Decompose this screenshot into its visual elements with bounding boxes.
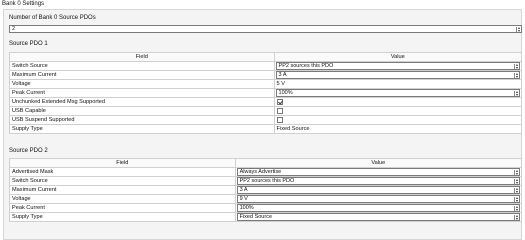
field-label-voltage: Voltage [9, 194, 236, 204]
table-row: Supply Type Fixed Source [9, 212, 523, 222]
value-cell [273, 106, 523, 116]
dropdown-arrow-icon[interactable] [514, 206, 518, 211]
dropdown-arrow-icon[interactable] [514, 170, 518, 175]
table-row: Supply Type Fixed Source [9, 124, 523, 134]
select-value: Always Advertise [239, 169, 282, 175]
value-cell: 100% [273, 88, 523, 98]
column-header-field: Field [9, 158, 236, 168]
table-row: USB Capable [9, 106, 523, 116]
value-cell [273, 97, 523, 107]
field-label-maximum-current: Maximum Current [9, 70, 275, 80]
table-row: Switch Source PP2 sources this PDO [9, 61, 523, 71]
dropdown-arrow-icon[interactable] [514, 215, 518, 220]
field-label-usb-suspend-supported: USB Suspend Supported [9, 115, 275, 125]
field-label-switch-source: Switch Source [9, 176, 236, 186]
dropdown-arrow-icon[interactable] [514, 91, 518, 96]
field-label-peak-current: Peak Current [9, 203, 236, 213]
select-value: 3 A [239, 187, 248, 193]
table-row: Advertised Mask Always Advertise [9, 167, 523, 177]
supply-type-select[interactable]: Fixed Source [236, 213, 520, 221]
field-label-switch-source: Switch Source [9, 61, 275, 71]
switch-source-select[interactable]: PP2 sources this PDO [275, 62, 520, 70]
num-pdos-value: 2 [12, 26, 16, 32]
num-pdos-label: Number of Bank 0 Source PDOs [9, 15, 96, 21]
table-row: Peak Current 100% [9, 88, 523, 98]
field-label-usb-capable: USB Capable [9, 106, 275, 116]
table-row: Maximum Current 3 A [9, 185, 523, 195]
field-label-supply-type: Supply Type [9, 124, 275, 134]
table-header-row: Field Value [9, 52, 523, 62]
dropdown-arrow-icon[interactable] [514, 197, 518, 202]
table-row: Unchunked Extended Msg Supported [9, 97, 523, 107]
value-cell [273, 115, 523, 125]
supply-type-value: Fixed Source [273, 124, 523, 134]
dropdown-arrow-icon[interactable] [514, 64, 518, 69]
select-value: 9 V [239, 196, 248, 202]
dropdown-arrow-icon[interactable] [514, 73, 518, 78]
pdo2-title: Source PDO 2 [9, 148, 48, 154]
unchunked-extended-msg-supported-checkbox[interactable] [276, 98, 283, 105]
column-header-value: Value [234, 158, 523, 168]
select-value: Fixed Source [239, 214, 272, 220]
maximum-current-select[interactable]: 3 A [236, 186, 520, 194]
pdo2-table: Field Value Advertised Mask Always Advert… [9, 158, 523, 222]
pdo1-title: Source PDO 1 [9, 41, 48, 47]
select-value: PP2 sources this PDO [278, 63, 334, 69]
field-label-maximum-current: Maximum Current [9, 185, 236, 195]
usb-suspend-supported-checkbox[interactable] [276, 116, 283, 123]
dropdown-arrow-icon[interactable] [514, 179, 518, 184]
peak-current-select[interactable]: 100% [236, 204, 520, 212]
select-value: 100% [239, 205, 254, 211]
window-title: Bank 0 Settings [2, 1, 45, 7]
select-value: PP2 sources this PDO [239, 178, 295, 184]
peak-current-select[interactable]: 100% [275, 89, 520, 97]
voltage-select[interactable]: 9 V [236, 195, 520, 203]
value-cell: 3 A [234, 185, 523, 195]
table-row: Switch Source PP2 sources this PDO [9, 176, 523, 186]
field-label-voltage: Voltage [9, 79, 275, 89]
spinner-arrows-icon[interactable] [516, 27, 520, 32]
advertised-mask-select[interactable]: Always Advertise [236, 168, 520, 176]
table-row: Peak Current 100% [9, 203, 523, 213]
num-pdos-select[interactable]: 2 [9, 25, 522, 33]
field-label-unchunked-extended-msg-supported: Unchunked Extended Msg Supported [9, 97, 275, 107]
column-header-field: Field [9, 52, 275, 62]
table-row: USB Suspend Supported [9, 115, 523, 125]
field-label-advertised-mask: Advertised Mask [9, 167, 236, 177]
table-row: Maximum Current 3 A [9, 70, 523, 80]
usb-capable-checkbox[interactable] [276, 107, 283, 114]
value-cell: 3 A [273, 70, 523, 80]
value-cell: Always Advertise [234, 167, 523, 177]
value-cell: Fixed Source [234, 212, 523, 222]
column-header-value: Value [273, 52, 523, 62]
value-cell: 9 V [234, 194, 523, 204]
maximum-current-select[interactable]: 3 A [275, 71, 520, 79]
table-row: Voltage 9 V [9, 194, 523, 204]
table-header-row: Field Value [9, 158, 523, 168]
value-cell: PP2 sources this PDO [273, 61, 523, 71]
voltage-value: 5 V [273, 79, 523, 89]
field-label-peak-current: Peak Current [9, 88, 275, 98]
select-value: 3 A [278, 72, 287, 78]
field-label-supply-type: Supply Type [9, 212, 236, 222]
select-value: 100% [278, 90, 293, 96]
switch-source-select[interactable]: PP2 sources this PDO [236, 177, 520, 185]
value-cell: PP2 sources this PDO [234, 176, 523, 186]
value-cell: 100% [234, 203, 523, 213]
pdo1-table: Field Value Switch Source PP2 sources thi… [9, 52, 523, 134]
dropdown-arrow-icon[interactable] [514, 188, 518, 193]
table-row: Voltage 5 V [9, 79, 523, 89]
